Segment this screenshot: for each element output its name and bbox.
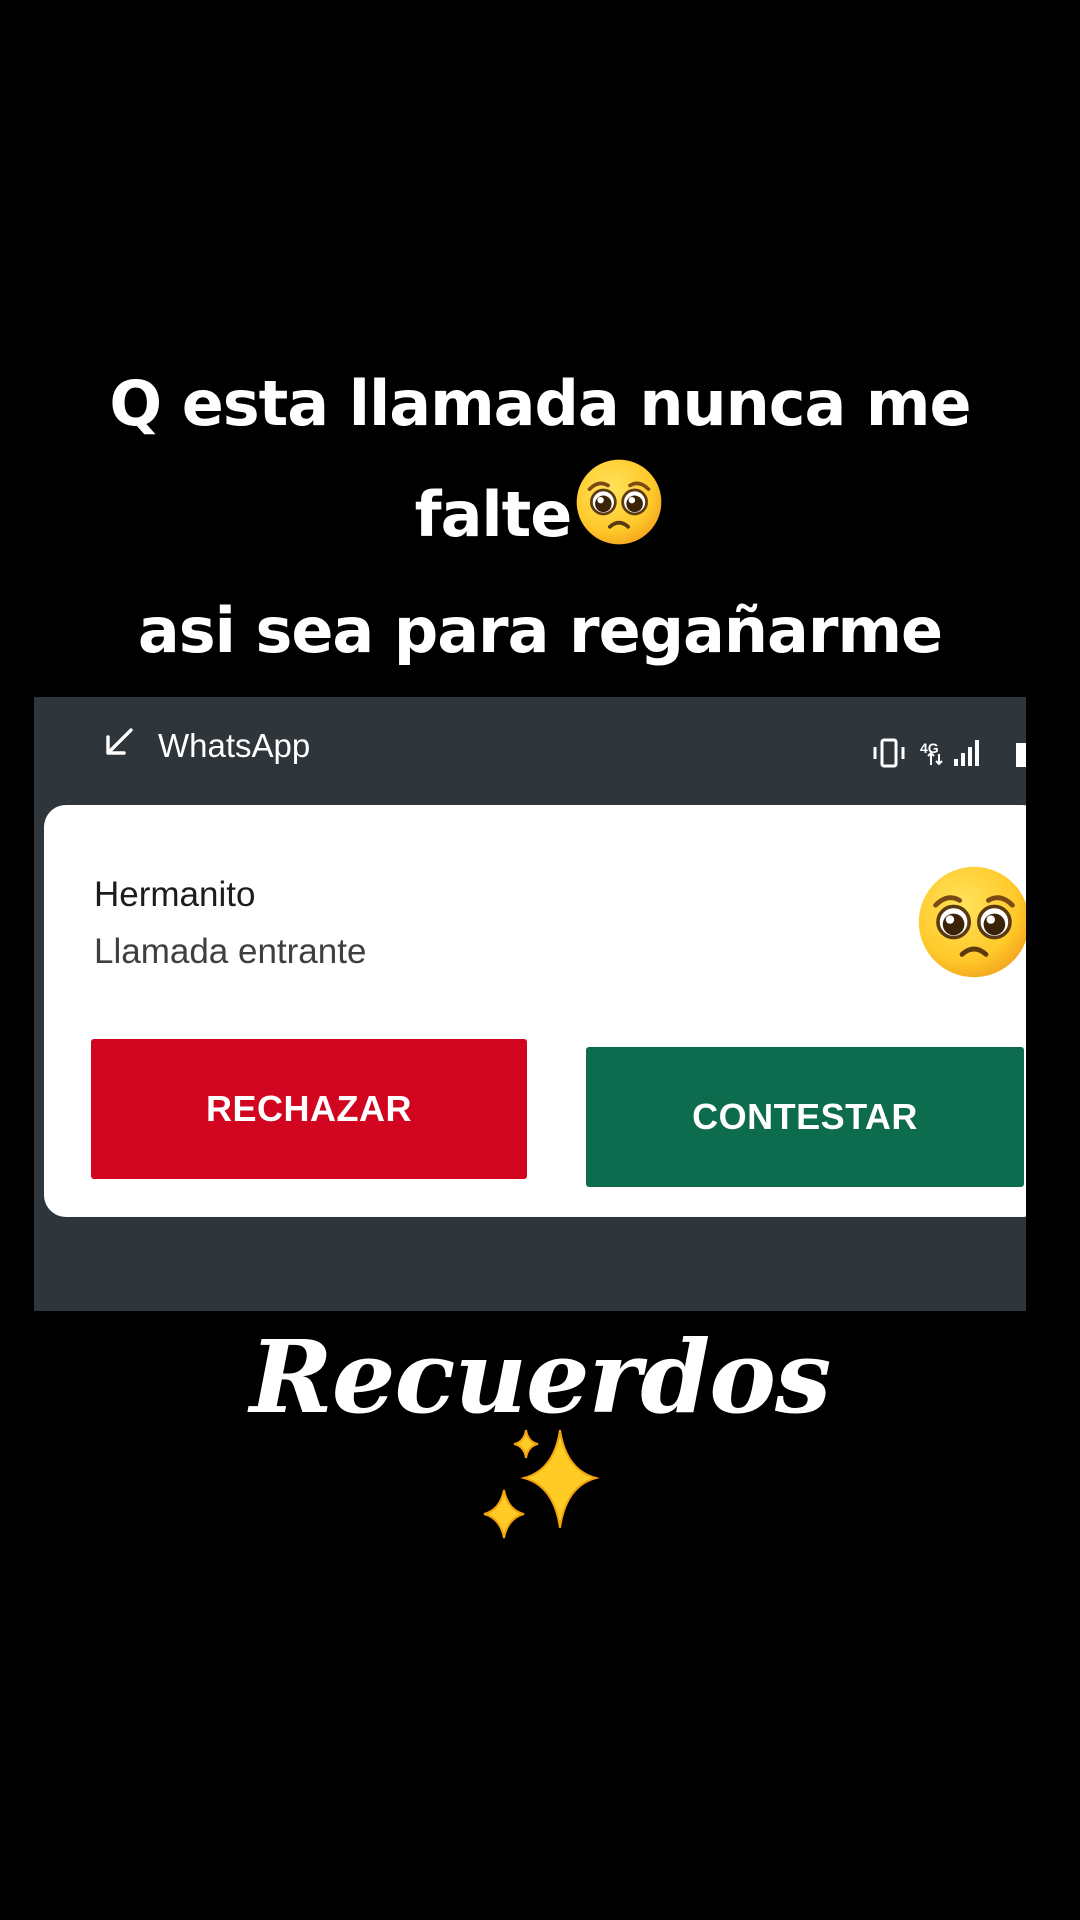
notification-screenshot: WhatsApp 4G Hermanito Llamada entrante R… bbox=[34, 697, 1026, 1311]
status-bar: WhatsApp 4G bbox=[34, 697, 1026, 797]
caption-line-1: Q esta llamada nunca me bbox=[109, 367, 971, 440]
app-name: WhatsApp bbox=[158, 727, 311, 764]
vibrate-icon bbox=[873, 738, 905, 768]
incoming-call-card[interactable]: Hermanito Llamada entrante RECHAZAR CONT… bbox=[44, 805, 1026, 1217]
battery-icon bbox=[1016, 743, 1026, 767]
pleading-face-avatar-icon bbox=[914, 862, 1026, 982]
caller-name: Hermanito bbox=[94, 875, 256, 914]
4g-icon: 4G bbox=[920, 740, 943, 766]
pleading-face-icon bbox=[573, 456, 665, 579]
caption: Q esta llamada nunca me falte asi sea pa… bbox=[60, 352, 1020, 683]
caption-line-2: falte bbox=[60, 456, 1020, 579]
status-icons: 4G bbox=[870, 737, 1026, 769]
caption-line-2-text: falte bbox=[414, 478, 573, 551]
sparkles-icon bbox=[470, 1420, 620, 1570]
call-status: Llamada entrante bbox=[94, 932, 367, 971]
caption-line-3: asi sea para regañarme bbox=[137, 594, 943, 667]
answer-button[interactable]: CONTESTAR bbox=[586, 1047, 1024, 1187]
footer-title: Recuerdos bbox=[249, 1318, 832, 1436]
signal-bars-icon bbox=[954, 740, 979, 766]
incoming-call-arrow-icon bbox=[102, 725, 136, 759]
decline-button[interactable]: RECHAZAR bbox=[91, 1039, 527, 1179]
